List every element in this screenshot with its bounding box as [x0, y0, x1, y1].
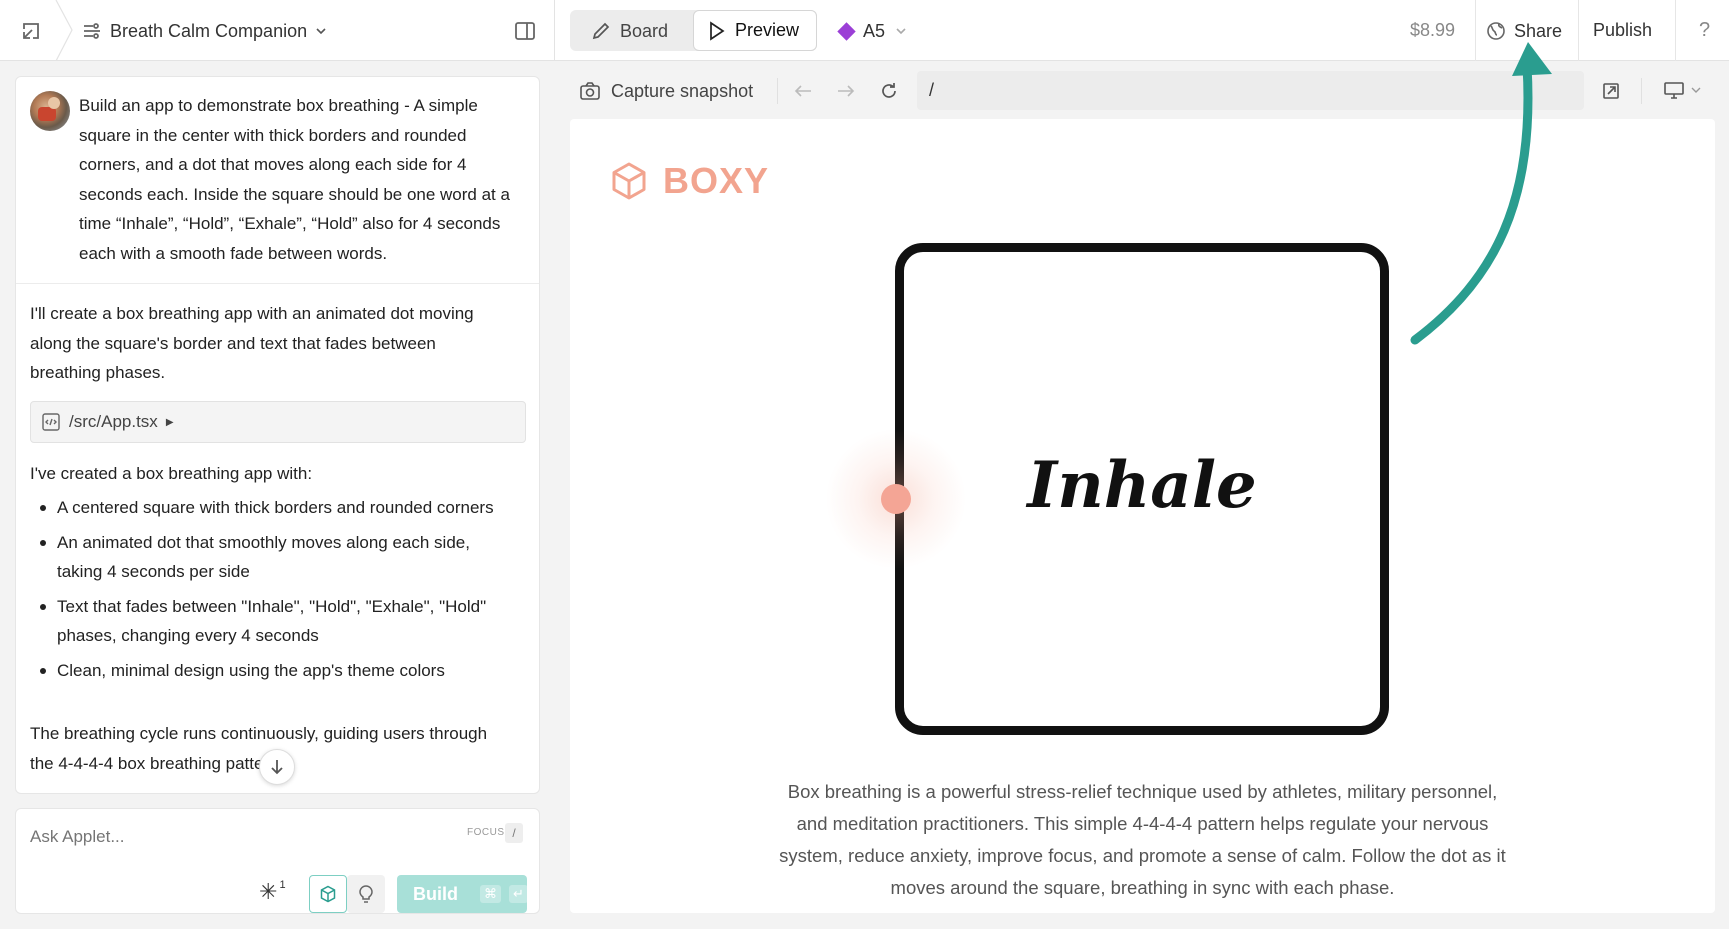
tab-preview[interactable]: Preview — [693, 10, 817, 51]
cube-mode-button[interactable] — [309, 875, 347, 913]
scroll-down-button[interactable] — [259, 749, 295, 785]
capture-label: Capture snapshot — [611, 80, 754, 101]
arrow-down-icon — [269, 758, 285, 776]
project-name: Breath Calm Companion — [110, 20, 308, 41]
list-item: An animated dot that smoothly moves alon… — [30, 528, 500, 587]
project-selector[interactable]: Breath Calm Companion — [82, 17, 327, 45]
divider — [16, 283, 539, 284]
publish-button[interactable]: Publish — [1593, 20, 1652, 41]
project-icon — [82, 22, 102, 40]
avatar — [30, 91, 70, 131]
share-globe-icon — [1486, 21, 1506, 41]
divider — [777, 78, 778, 104]
diamond-icon — [837, 21, 856, 41]
tab-board[interactable]: Board — [591, 11, 668, 51]
divider — [1675, 0, 1676, 61]
model-label: A5 — [863, 20, 886, 41]
share-label: Share — [1514, 20, 1563, 41]
build-button[interactable]: Build ⌘ ↵ — [397, 875, 528, 913]
annotation-arrow — [1410, 42, 1552, 345]
logo-text: BOXY — [663, 160, 770, 201]
sparkle-icon: ✳ — [259, 879, 278, 904]
build-shortcut-key: ⌘ — [480, 885, 501, 903]
phase-word: Inhale — [1027, 448, 1257, 523]
focus-hint: FOCUS — [467, 827, 505, 838]
chevron-down-icon — [895, 27, 907, 35]
description: Box breathing is a powerful stress-relie… — [779, 781, 1506, 898]
build-label: Build — [413, 883, 458, 904]
url-value: / — [929, 80, 935, 100]
sparkle-button[interactable]: ✳ 1 — [259, 879, 286, 905]
caret-right-icon: ▶ — [165, 416, 174, 428]
chat-panel: Build an app to demonstrate box breathin… — [15, 76, 540, 794]
divider — [1641, 78, 1642, 104]
left-top-bar: Breath Calm Companion — [0, 0, 555, 62]
help-button[interactable]: ? — [1699, 19, 1710, 42]
sparkle-count: 1 — [279, 879, 286, 891]
camera-icon — [579, 81, 601, 101]
build-enter-key: ↵ — [509, 885, 528, 903]
exit-icon[interactable] — [18, 18, 44, 44]
ask-input-panel: FOCUS / ✳ 1 Build ⌘ ↵ — [15, 808, 540, 914]
back-arrow-icon[interactable] — [790, 78, 816, 104]
chevron-down-icon — [315, 27, 327, 35]
list-item: A centered square with thick borders and… — [30, 493, 500, 523]
boxy-logo: BOXY — [609, 160, 769, 202]
user-message: Build an app to demonstrate box breathin… — [79, 96, 510, 263]
forward-arrow-icon[interactable] — [833, 78, 859, 104]
list-item: Text that fades between "Inhale", "Hold"… — [30, 592, 500, 651]
code-file-icon — [41, 412, 61, 432]
ask-input[interactable] — [30, 823, 410, 851]
reload-icon[interactable] — [876, 78, 902, 104]
assistant-intro: I'll create a box breathing app with an … — [30, 304, 474, 382]
focus-key: / — [505, 823, 523, 843]
file-chip[interactable]: /src/App.tsx ▶ — [30, 401, 526, 443]
sidebar-toggle-icon[interactable] — [512, 18, 538, 44]
list-item: Clean, minimal design using the app's th… — [30, 656, 500, 686]
device-selector[interactable] — [1663, 80, 1701, 100]
created-heading: I've created a box breathing app with: — [30, 464, 313, 483]
lightbulb-button[interactable] — [347, 875, 385, 913]
price-label: $8.99 — [1410, 20, 1456, 40]
tab-preview-label: Preview — [735, 20, 800, 40]
tab-board-label: Board — [620, 20, 669, 41]
pencil-icon — [591, 21, 611, 41]
model-selector[interactable]: A5 — [837, 17, 907, 45]
chevron-down-icon — [1691, 86, 1701, 94]
open-external-icon[interactable] — [1598, 78, 1624, 104]
feature-list: A centered square with thick borders and… — [30, 493, 500, 690]
cube-logo-icon — [609, 161, 649, 201]
file-chip-label: /src/App.tsx — [69, 412, 158, 431]
capture-snapshot-button[interactable]: Capture snapshot — [579, 78, 753, 104]
breadcrumb-divider — [54, 0, 74, 62]
monitor-icon — [1663, 80, 1685, 100]
play-icon — [708, 20, 726, 41]
